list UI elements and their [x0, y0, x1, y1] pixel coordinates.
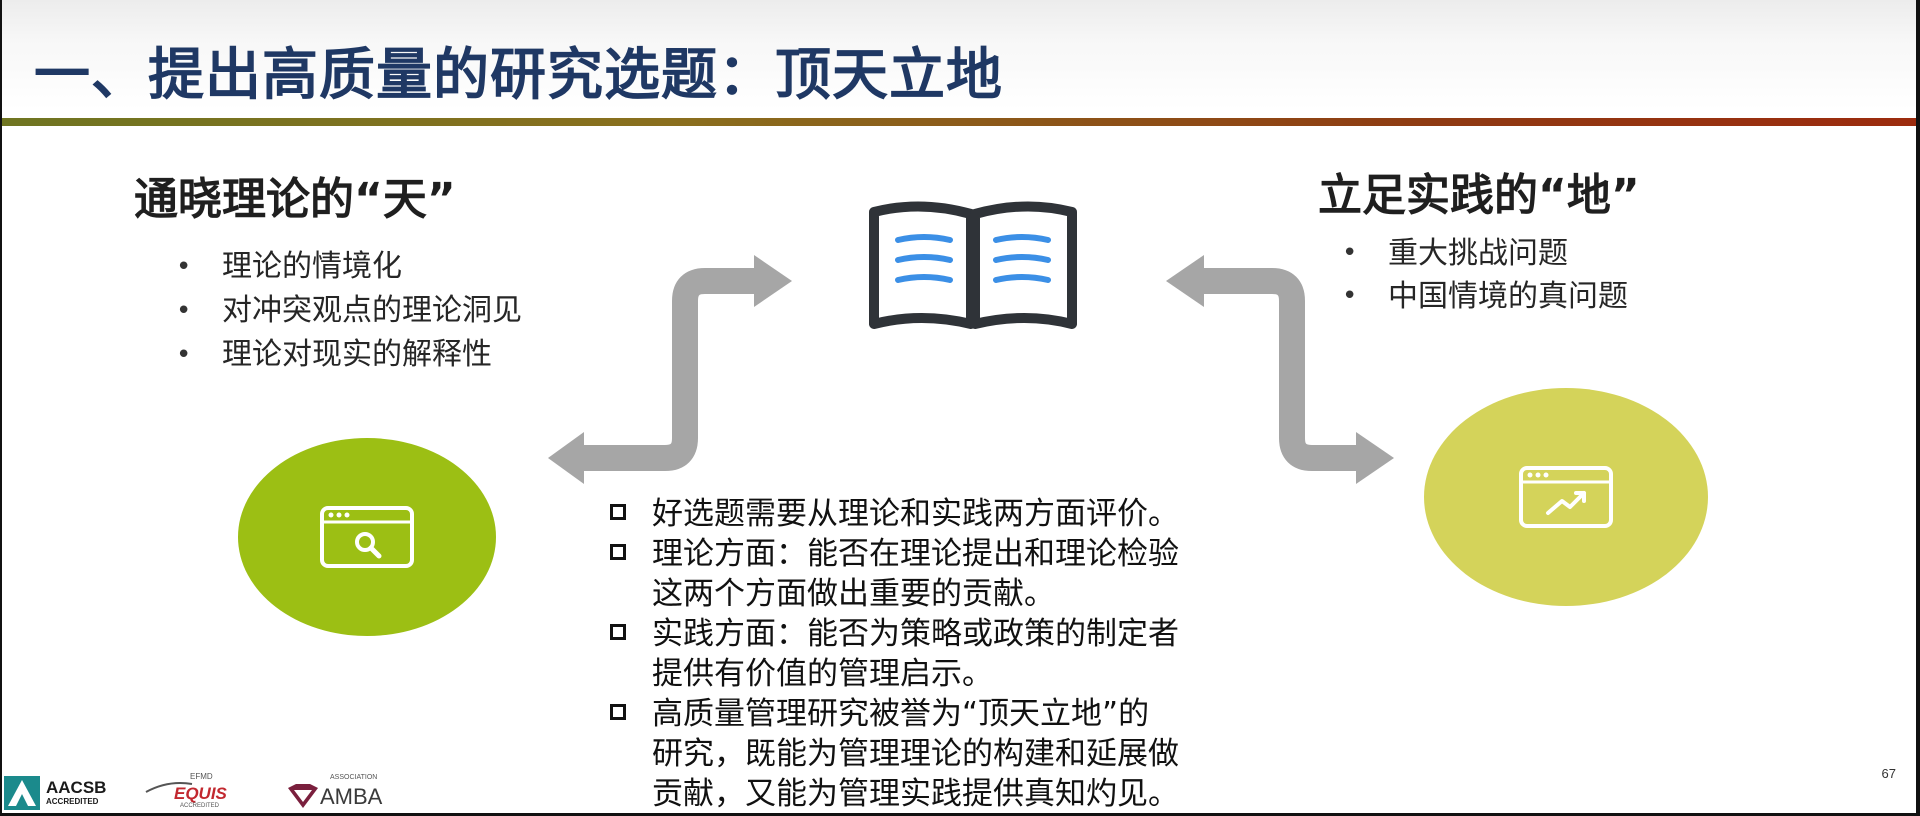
equis-logo-text: EQUIS [174, 784, 227, 803]
evaluation-item-text: 实践方面：能否为策略或政策的制定者 [652, 616, 1179, 652]
page-number: 67 [1881, 766, 1896, 781]
right-arrow-head-down [1356, 432, 1394, 484]
amba-crest-icon [288, 784, 318, 808]
checkbox-bullet-icon [610, 704, 626, 720]
slide: 一、提出高质量的研究选题：顶天立地 通晓理论的“天” 理论的情境化对冲突观点的理… [0, 0, 1920, 816]
evaluation-item: 高质量管理研究被誉为“顶天立地”的 研究，既能为管理理论的构建和延展做 贡献，又能为… [608, 694, 1179, 814]
evaluation-item-text: 理论方面：能否在理论提出和理论检验 [652, 536, 1179, 572]
evaluation-item-text: 提供有价值的管理启示。 [652, 656, 993, 692]
theory-circle [238, 438, 496, 636]
aacsb-logo-icon [4, 776, 40, 810]
aacsb-accredited-text: ACCREDITED [46, 797, 99, 806]
right-arrow-head-up [1166, 255, 1204, 307]
checkbox-bullet-icon [610, 624, 626, 640]
evaluation-item-text: 好选题需要从理论和实践两方面评价。 [652, 496, 1179, 532]
efmd-logo-text: EFMD [190, 772, 213, 781]
practice-circle [1424, 388, 1708, 606]
left-arrow-head-up [754, 255, 792, 307]
open-book-icon [869, 201, 1077, 329]
equis-accredited-text: ACCREDITED [180, 803, 220, 809]
evaluation-item-text: 这两个方面做出重要的贡献。 [652, 576, 1055, 612]
evaluation-item-text: 研究，既能为管理理论的构建和延展做 [652, 736, 1179, 772]
evaluation-item-text: 贡献，又能为管理实践提供真知灼见。 [652, 776, 1179, 812]
evaluation-list: 好选题需要从理论和实践两方面评价。 理论方面：能否在理论提出和理论检验 这两个方面做… [608, 494, 1179, 814]
left-connector-arrow [580, 268, 758, 471]
evaluation-item: 理论方面：能否在理论提出和理论检验 这两个方面做出重要的贡献。 [608, 534, 1179, 614]
evaluation-item: 实践方面：能否为策略或政策的制定者 提供有价值的管理启示。 [608, 614, 1179, 694]
accreditation-logos: AACSB ACCREDITED EFMD EQUIS ACCREDITED A… [4, 772, 424, 814]
left-arrow-head-down [548, 432, 584, 484]
evaluation-item: 好选题需要从理论和实践两方面评价。 [608, 494, 1179, 534]
evaluation-item-text: 高质量管理研究被誉为“顶天立地”的 [652, 696, 1150, 732]
association-logo-text: ASSOCIATION [330, 774, 378, 781]
right-connector-arrow [1200, 268, 1360, 471]
amba-logo-text: AMBA [320, 784, 383, 809]
aacsb-logo-text: AACSB [46, 778, 107, 797]
checkbox-bullet-icon [610, 544, 626, 560]
chart-window-icon [1519, 466, 1613, 528]
checkbox-bullet-icon [610, 504, 626, 520]
search-window-icon [320, 506, 414, 568]
